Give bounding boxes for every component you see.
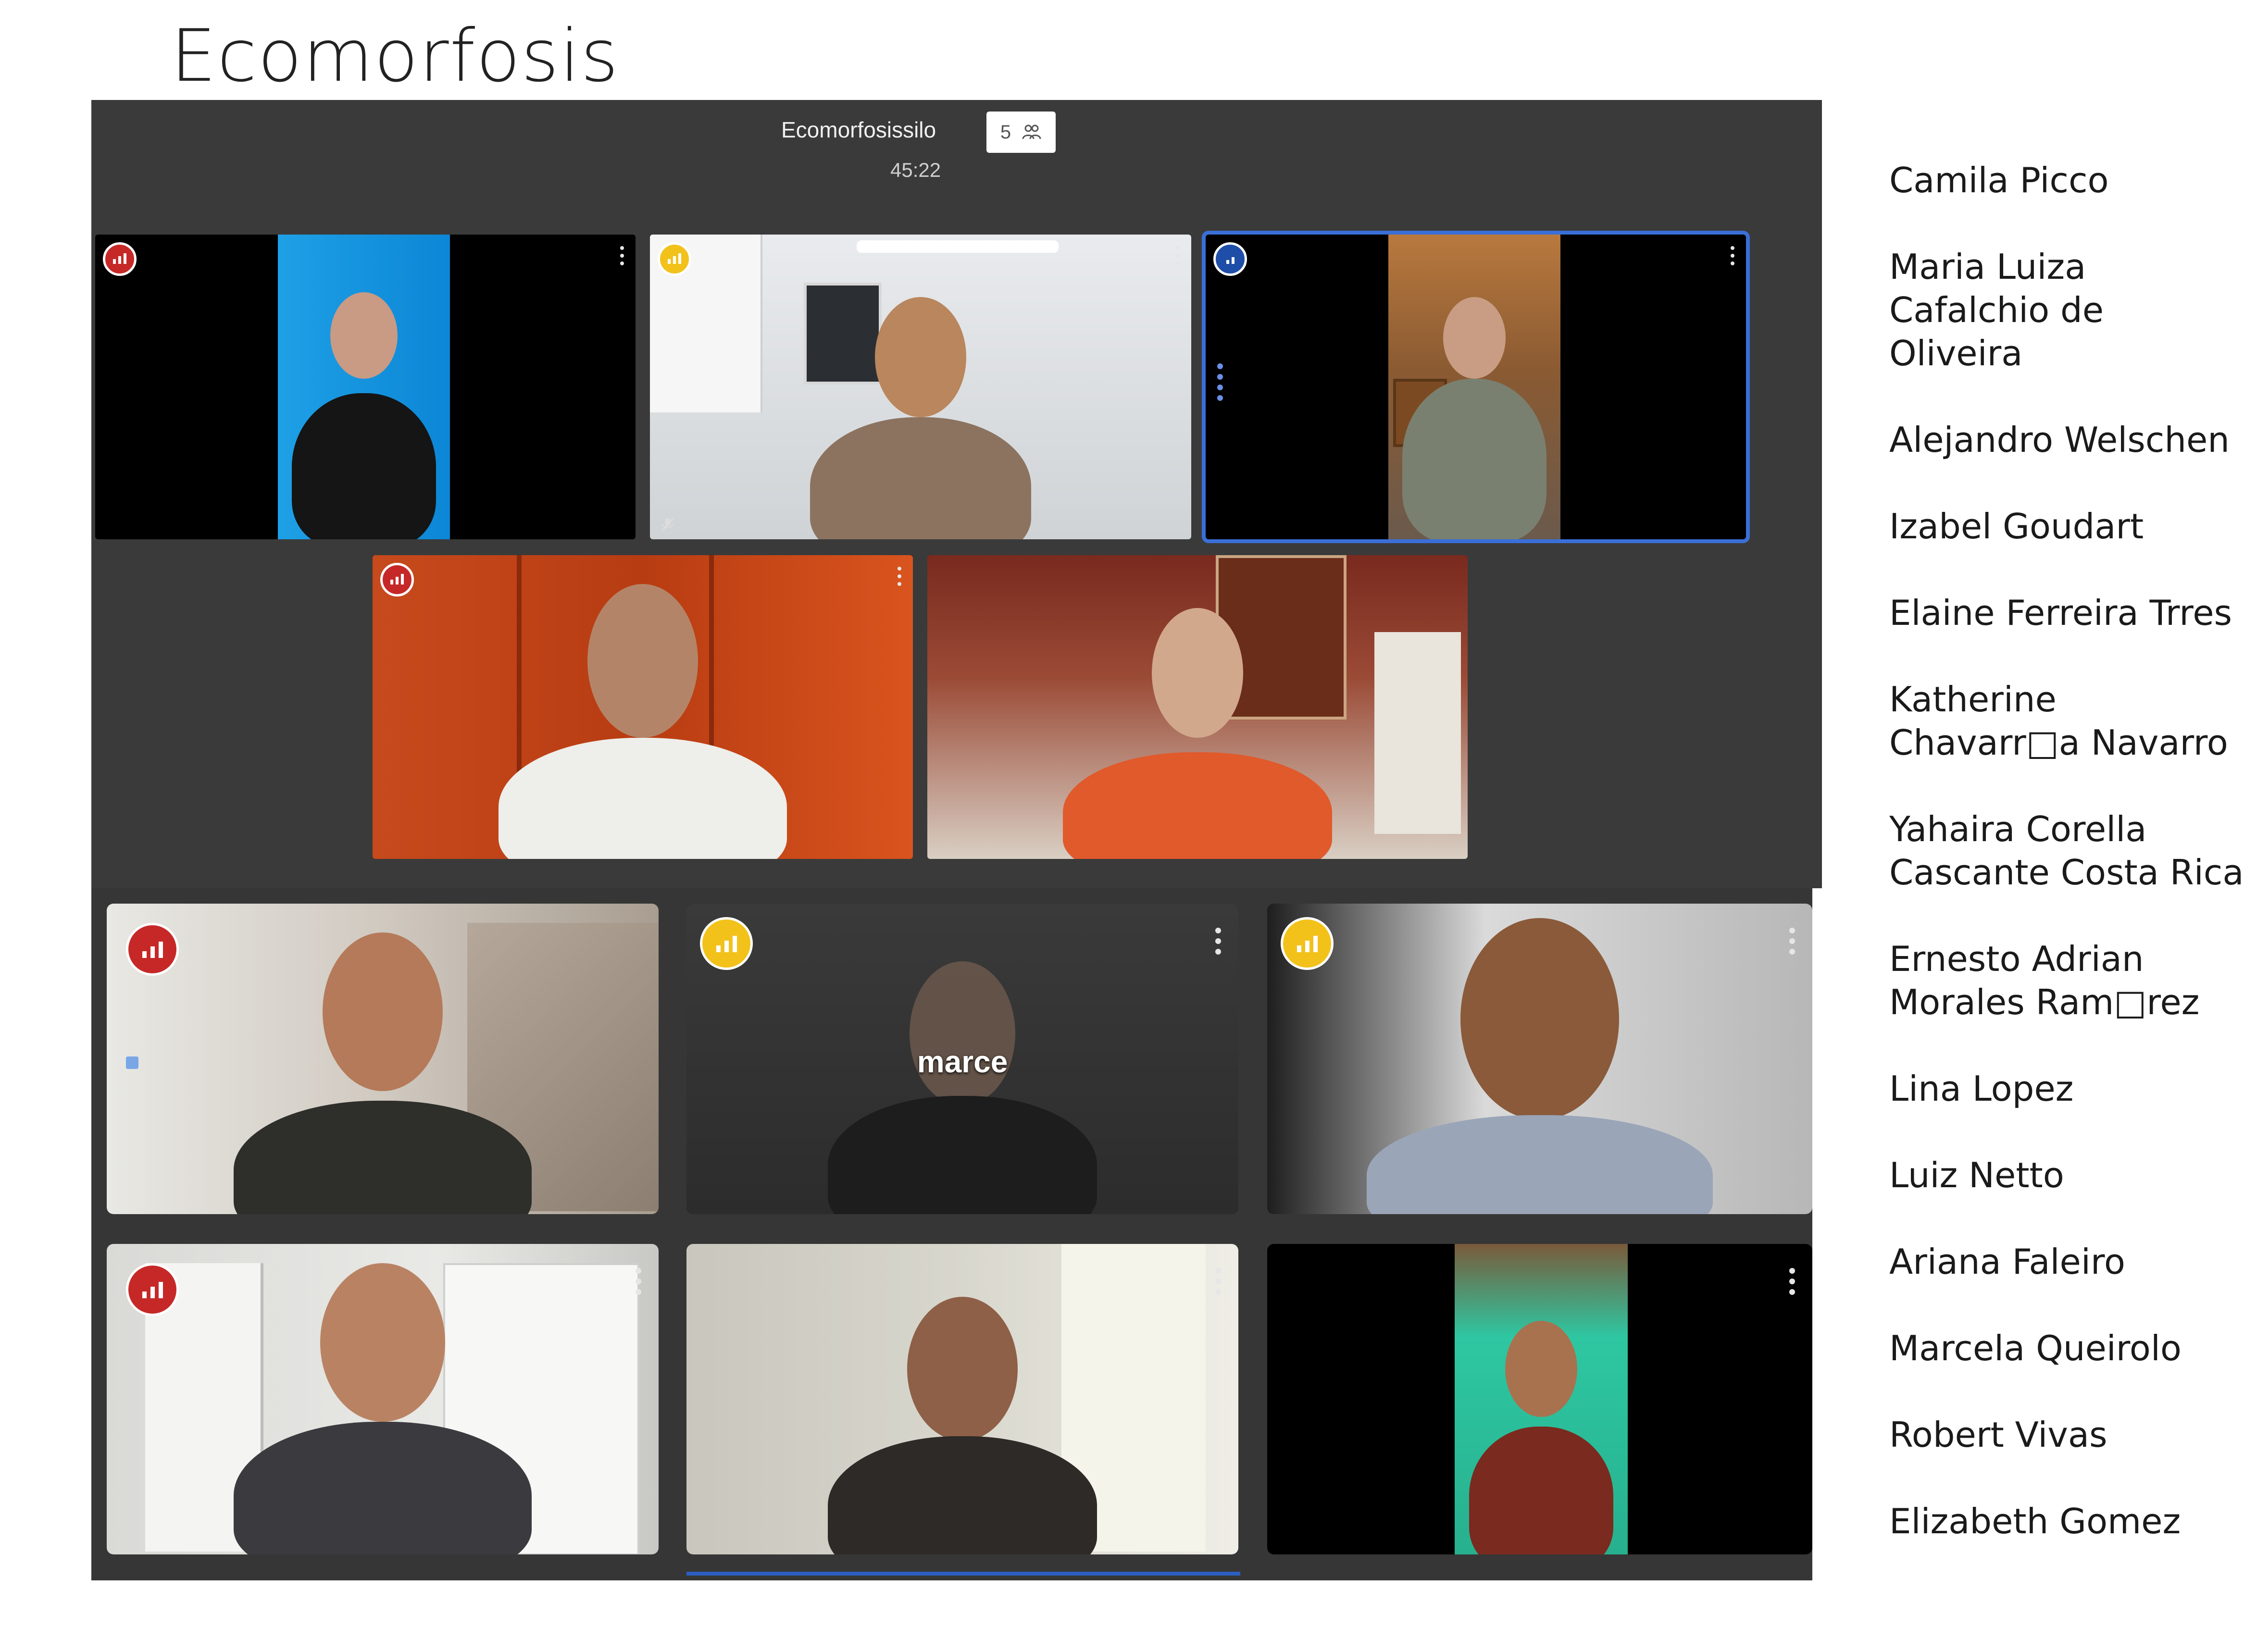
video-tile[interactable] — [650, 235, 1191, 539]
signal-strength-icon — [126, 1263, 179, 1316]
participant-name: Elizabeth Gomez — [1889, 1501, 2181, 1541]
participants-list: Camila Picco Maria Luiza Cafalchio de Ol… — [1889, 159, 2245, 1586]
speaking-indicator-icon — [1213, 242, 1247, 276]
participant-name: Ernesto Adrian Morales Ram□rez — [1889, 939, 2200, 1022]
signal-strength-icon — [103, 242, 137, 276]
participant-name: Maria Luiza Cafalchio de Oliveira — [1889, 247, 2104, 373]
participant-video — [1455, 1244, 1628, 1554]
participant-name: Lina Lopez — [1889, 1068, 2074, 1109]
participant-name: Katherine Chavarr□a Navarro — [1889, 679, 2228, 763]
more-options-icon[interactable] — [1215, 1268, 1221, 1295]
participant-video — [373, 555, 913, 859]
more-options-icon[interactable] — [620, 246, 624, 265]
signal-strength-icon — [658, 242, 691, 276]
participant-name: Alejandro Welschen — [1889, 420, 2230, 460]
more-options-icon[interactable] — [1731, 246, 1734, 265]
participant-name: Ariana Faleiro — [1889, 1242, 2125, 1282]
more-options-icon[interactable] — [1789, 1268, 1795, 1295]
active-tile-indicator — [686, 1572, 1240, 1576]
more-options-icon[interactable] — [636, 1268, 641, 1295]
page-title: Ecomorfosis — [171, 14, 620, 98]
participant-name: Robert Vivas — [1889, 1415, 2107, 1455]
signal-strength-icon — [380, 563, 414, 596]
speaking-indicator-icon — [1217, 363, 1223, 401]
active-speaker-tile[interactable] — [1202, 231, 1750, 543]
more-options-icon[interactable] — [1789, 928, 1795, 955]
participant-video — [650, 235, 1191, 539]
participant-name: Yahaira Corella Cascante Costa Rica — [1889, 809, 2244, 893]
participant-count: 5 — [1000, 121, 1011, 143]
participant-video — [927, 555, 1468, 859]
video-tile[interactable] — [686, 1244, 1238, 1554]
participant-count-button[interactable]: 5 — [986, 112, 1056, 153]
meeting-name: Ecomorfosissilo — [781, 117, 936, 142]
participant-video — [278, 235, 450, 539]
signal-strength-icon — [700, 917, 753, 970]
video-tile[interactable] — [1267, 1244, 1812, 1554]
video-tile[interactable] — [107, 904, 659, 1214]
more-options-icon[interactable] — [898, 567, 901, 586]
signal-strength-icon — [126, 923, 179, 976]
participant-video — [107, 904, 659, 1214]
participant-name: Marcela Queirolo — [1889, 1328, 2182, 1368]
video-tile[interactable] — [373, 555, 913, 859]
signal-strength-icon — [1281, 917, 1334, 970]
participant-video — [686, 1244, 1238, 1554]
more-options-icon[interactable] — [1215, 928, 1221, 955]
video-tile[interactable] — [1267, 904, 1812, 1214]
participant-video — [1388, 235, 1560, 539]
video-tile[interactable] — [927, 555, 1468, 859]
participant-name: Camila Picco — [1889, 160, 2109, 200]
participant-video — [107, 1244, 659, 1554]
meeting-timer: 45:22 — [890, 159, 941, 181]
video-tile[interactable] — [95, 235, 636, 539]
participant-name: Elaine Ferreira Trres — [1889, 593, 2232, 633]
more-options-icon[interactable] — [1176, 246, 1180, 265]
participant-video — [1267, 904, 1812, 1214]
participant-name-label: marce — [917, 1044, 1008, 1079]
video-tile[interactable] — [107, 1244, 659, 1554]
participant-name: Izabel Goudart — [1889, 506, 2144, 547]
people-icon — [1022, 124, 1041, 139]
status-indicator — [126, 1056, 138, 1069]
mic-off-icon — [661, 517, 674, 531]
participant-name: Luiz Netto — [1889, 1155, 2064, 1195]
video-tile[interactable]: marce — [686, 904, 1238, 1214]
